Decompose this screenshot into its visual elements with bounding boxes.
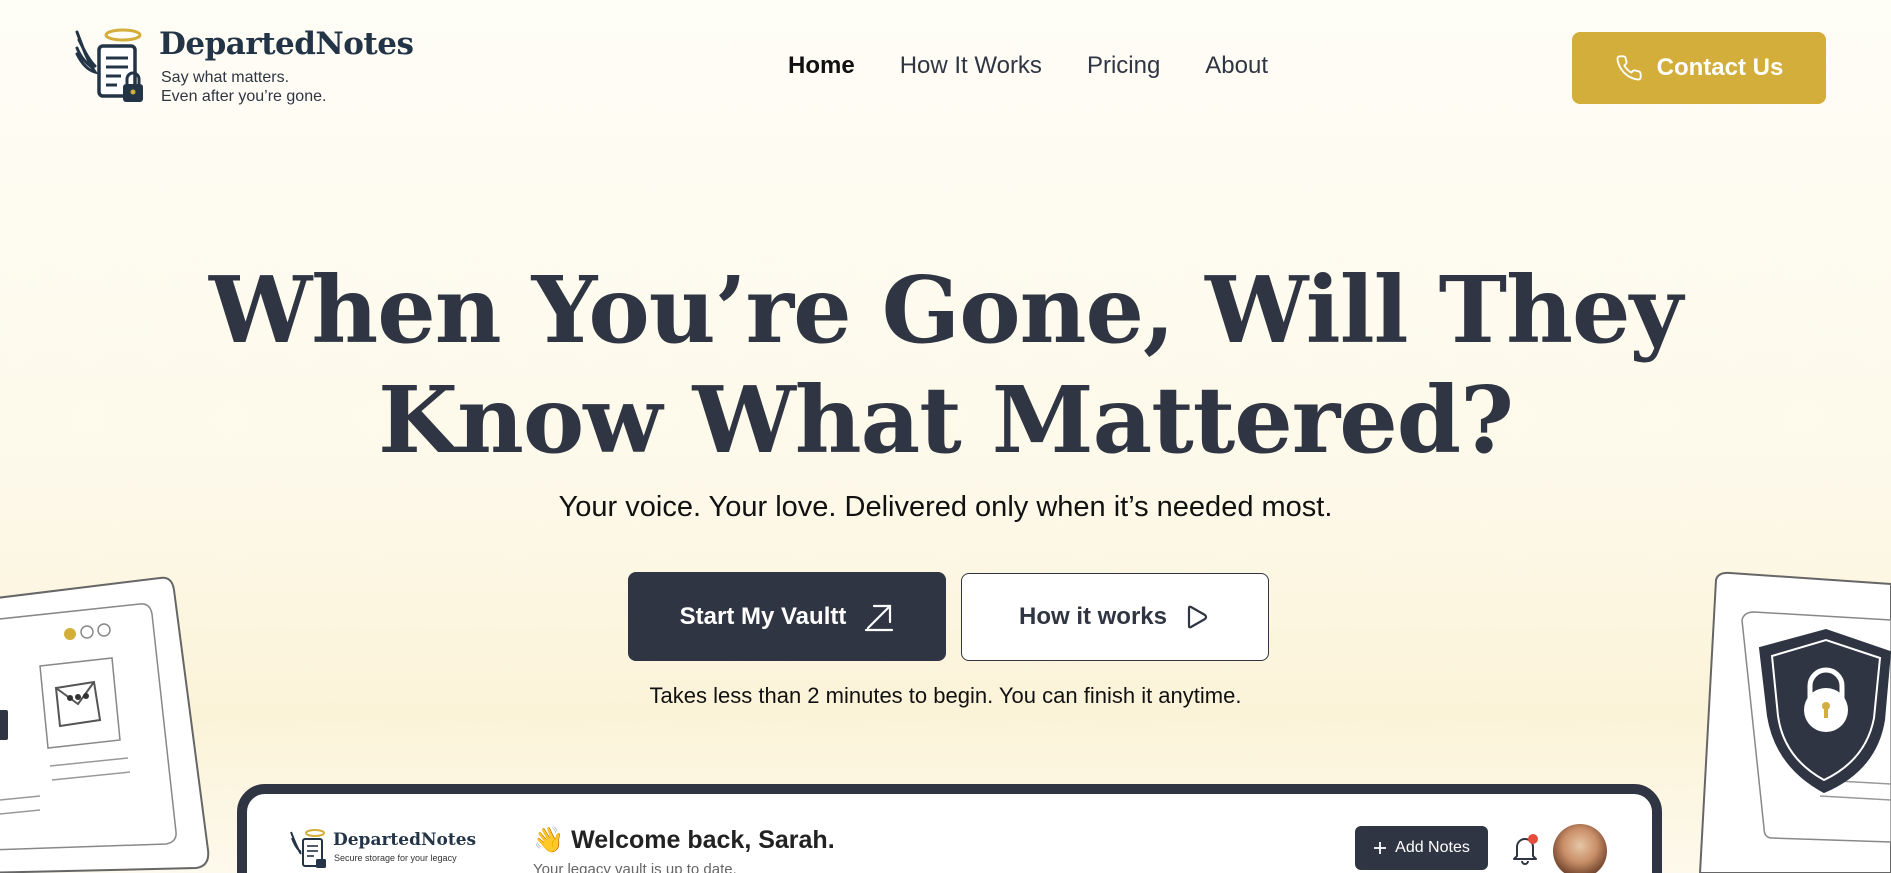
hero-subtitle: Your voice. Your love. Delivered only wh… — [558, 491, 1333, 523]
brand-tagline-line1: Say what matters. — [161, 69, 290, 86]
add-notes-button[interactable]: Add Notes — [1355, 826, 1488, 870]
monitor-illustration-left — [0, 576, 210, 873]
how-it-works-button[interactable]: How it works — [961, 573, 1269, 661]
nav-pricing[interactable]: Pricing — [1087, 52, 1160, 80]
hero-title-line1: When You’re Gone, Will They — [209, 256, 1683, 364]
welcome-heading: 👋 Welcome back, Sarah. — [533, 826, 835, 855]
nav-home[interactable]: Home — [788, 52, 855, 80]
wave-icon: 👋 — [533, 826, 565, 854]
start-vault-button[interactable]: Start My Vaultt — [628, 572, 946, 661]
dashboard-preview: DepartedNotes Secure storage for your le… — [237, 784, 1662, 873]
brand-tagline-line2: Even after you’re gone. — [161, 88, 327, 105]
nav-how-it-works[interactable]: How It Works — [900, 52, 1042, 80]
how-it-works-label: How it works — [1018, 603, 1168, 630]
notification-dot — [1528, 834, 1538, 844]
contact-us-button[interactable]: Contact Us — [1572, 32, 1826, 104]
avatar[interactable] — [1553, 824, 1607, 873]
start-vault-label: Start My Vaultt — [679, 602, 847, 630]
logo-icon — [75, 28, 143, 102]
preview-logo-icon — [290, 829, 326, 868]
brand-logo[interactable]: DepartedNotes Say what matters. Even aft… — [73, 26, 414, 112]
brand-tagline: Say what matters. Even after you’re gone… — [161, 68, 381, 106]
hero-title: When You’re Gone, Will They Know What Ma… — [0, 255, 1891, 475]
hero-title-line2: Know What Mattered? — [378, 366, 1514, 474]
main-nav: Home How It Works Pricing About — [788, 52, 1268, 80]
site-header: DepartedNotes Say what matters. Even aft… — [0, 0, 1891, 140]
phone-icon — [1616, 55, 1642, 81]
plus-icon — [1374, 842, 1387, 854]
contact-us-label: Contact Us — [1656, 54, 1784, 81]
welcome-text: Welcome back, Sarah. — [571, 826, 835, 854]
preview-brand-name: DepartedNotes — [333, 830, 477, 850]
hero-note: Takes less than 2 minutes to begin. You … — [649, 683, 1242, 708]
arrow-up-right-icon — [865, 604, 894, 631]
vault-status: Your legacy vault is up to date. — [533, 861, 737, 873]
nav-about[interactable]: About — [1205, 52, 1268, 80]
shield-illustration-right — [1698, 571, 1891, 873]
bell-icon[interactable] — [1509, 832, 1541, 866]
preview-brand-tagline: Secure storage for your legacy — [334, 853, 457, 863]
brand-name: DepartedNotes — [159, 26, 414, 62]
add-notes-label: Add Notes — [1395, 839, 1470, 856]
preview-logo: DepartedNotes Secure storage for your le… — [289, 828, 479, 873]
play-icon — [1187, 605, 1208, 629]
